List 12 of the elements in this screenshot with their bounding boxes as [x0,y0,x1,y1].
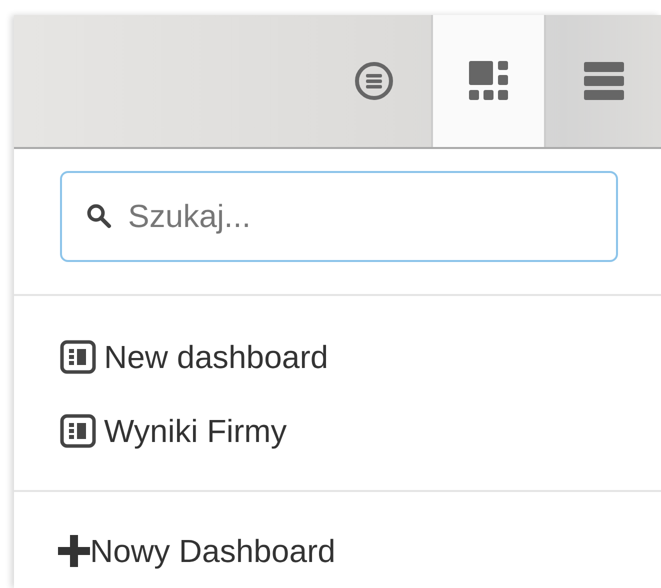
dashboard-icon [60,413,96,449]
dashboard-link[interactable]: New dashboard [60,334,615,380]
menu-icon [584,61,624,101]
new-dashboard-link[interactable]: Nowy Dashboard [58,528,617,574]
dashboard-link[interactable]: Wyniki Firmy [60,408,615,454]
search-field[interactable]: Szukaj... [60,171,618,262]
tiles-icon [468,61,508,101]
search-icon [86,203,112,229]
list-circle-icon [352,60,394,102]
dashboard-icon [60,339,96,375]
plus-icon [58,535,90,567]
toolbar-button[interactable] [431,15,546,147]
